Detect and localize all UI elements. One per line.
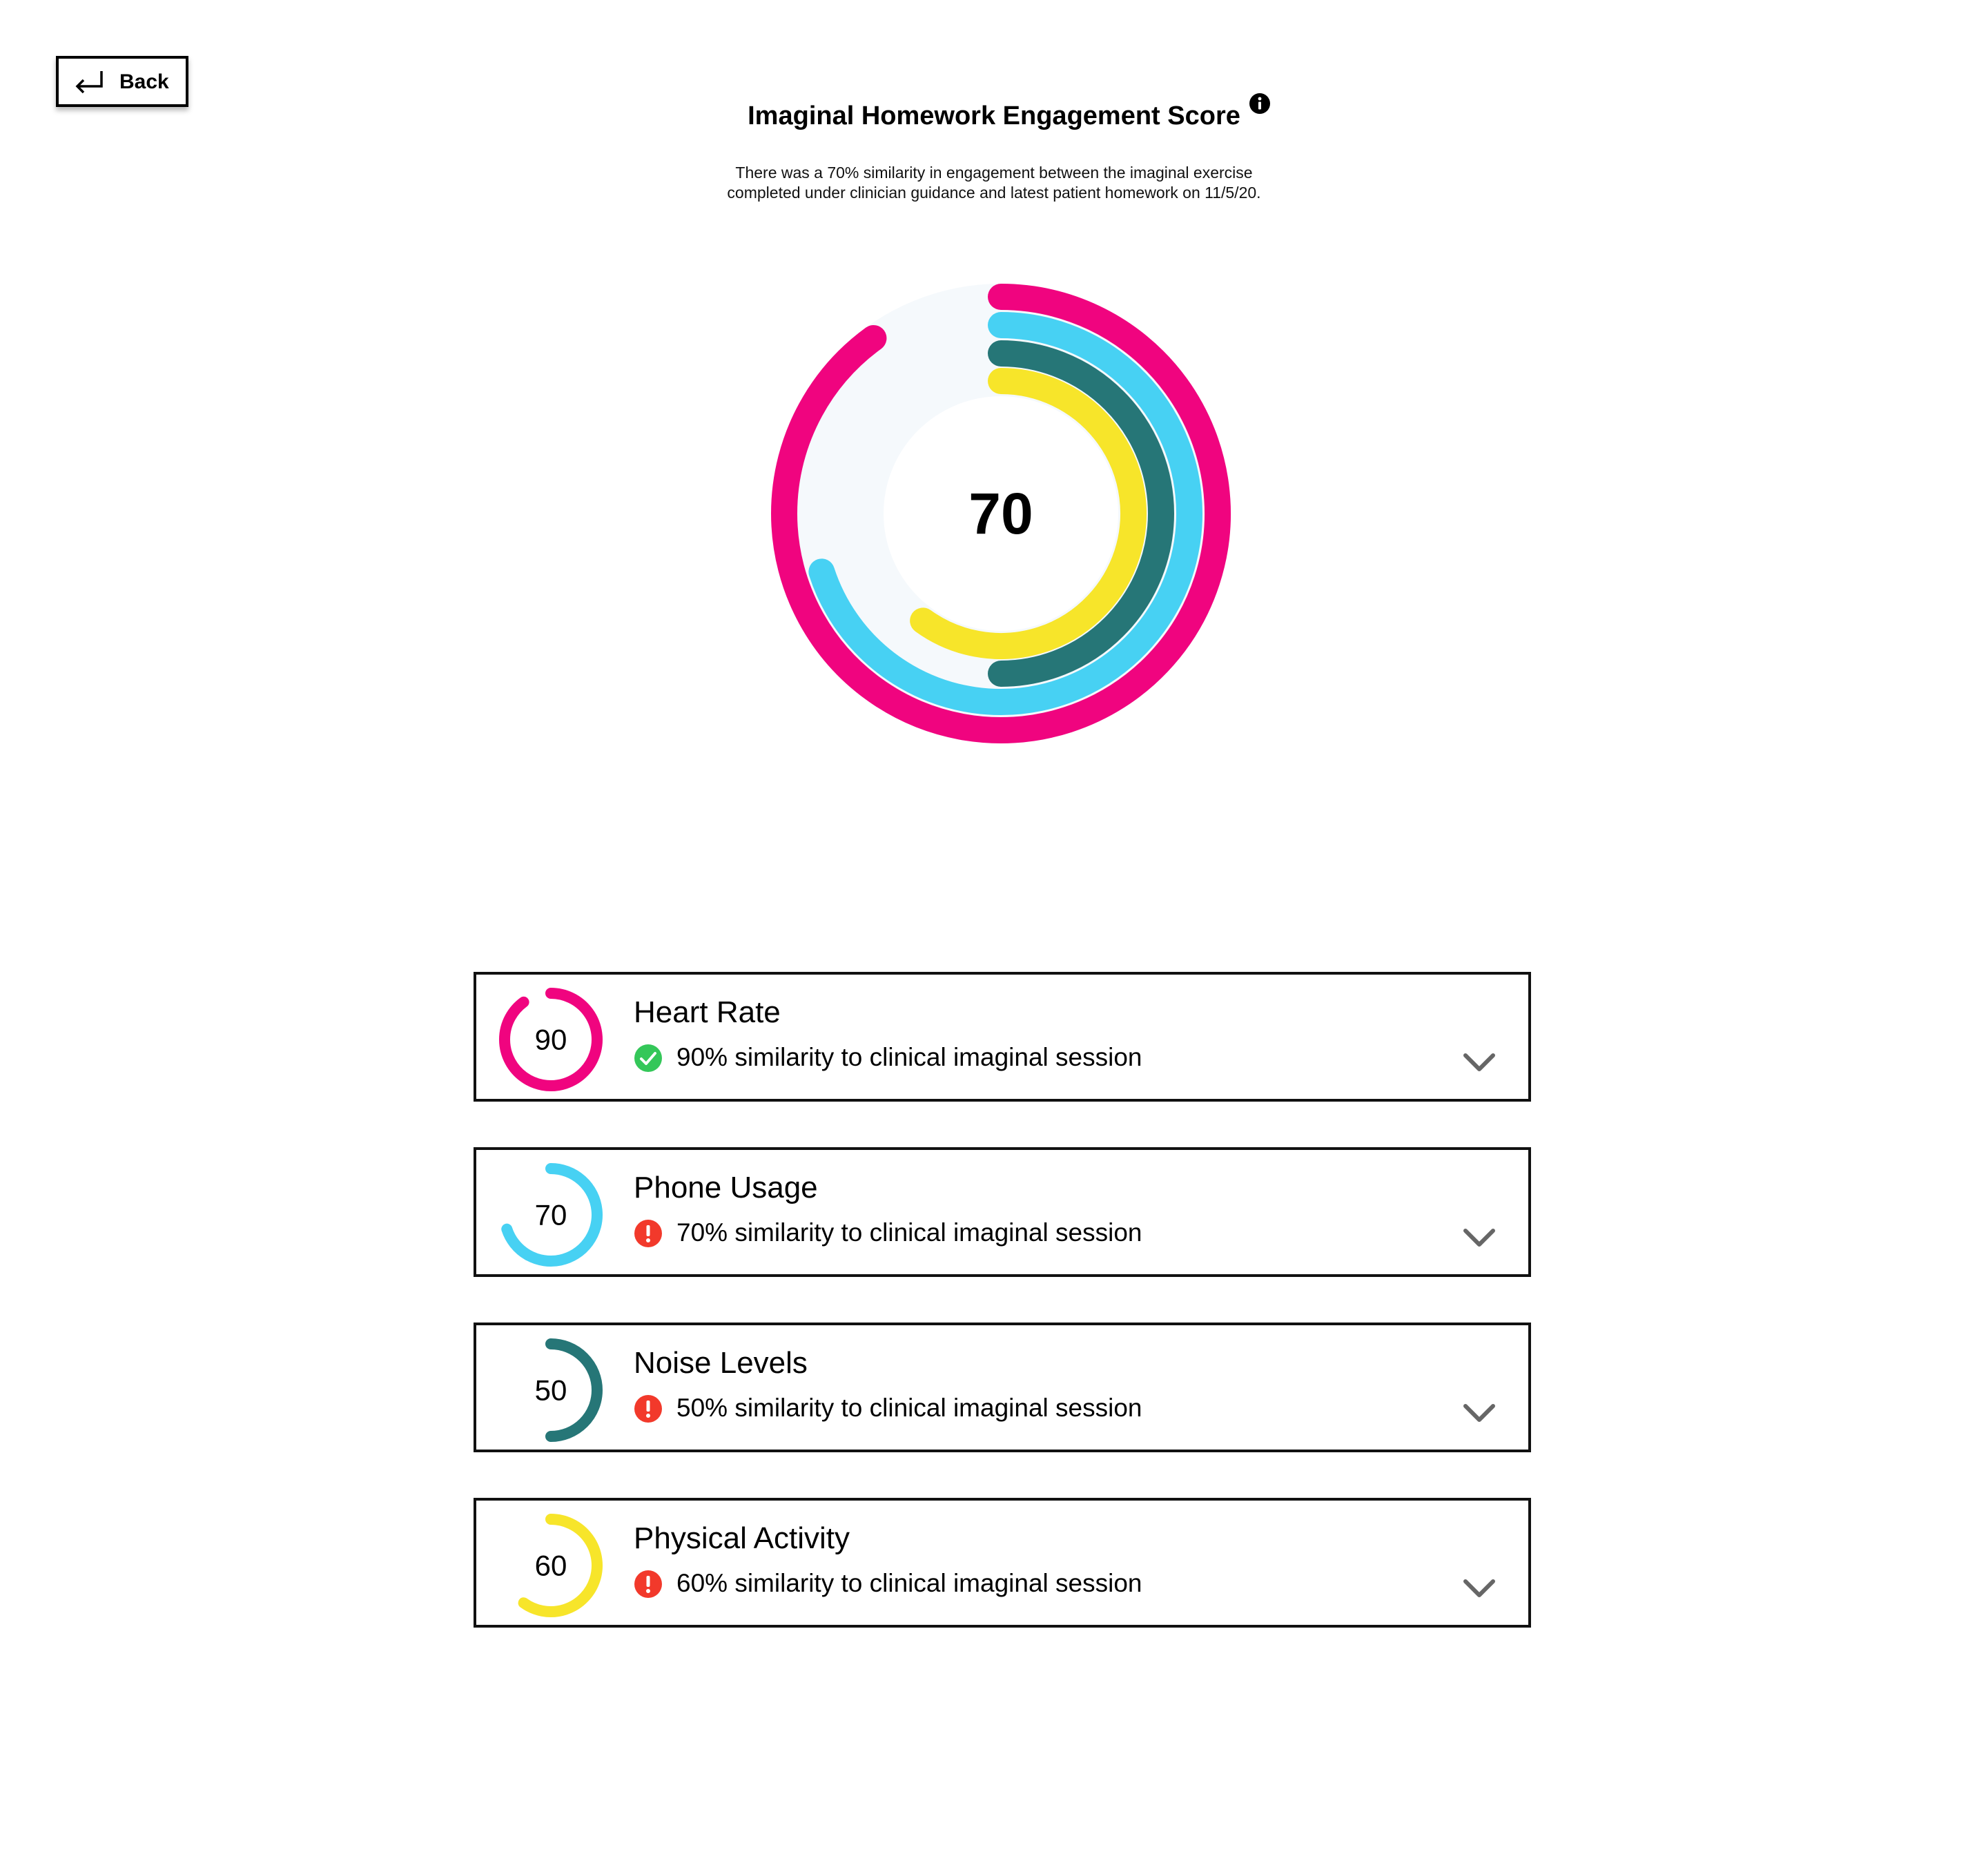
metric-card-heart-rate[interactable]: 90 Heart Rate 90% similarity to clinical… xyxy=(474,972,1531,1102)
metric-value: 90 xyxy=(535,1024,567,1056)
metric-description: 70% similarity to clinical imaginal sess… xyxy=(676,1218,1142,1247)
alert-circle-icon xyxy=(634,1570,662,1598)
metric-value: 70 xyxy=(535,1199,567,1231)
metric-title: Phone Usage xyxy=(634,1171,818,1204)
metric-title: Heart Rate xyxy=(634,995,781,1029)
metric-description: 50% similarity to clinical imaginal sess… xyxy=(676,1394,1142,1422)
metric-description: 90% similarity to clinical imaginal sess… xyxy=(676,1043,1142,1071)
metric-value: 50 xyxy=(535,1374,567,1407)
mini-ring-phone-usage: 70 xyxy=(501,1163,603,1267)
metric-title: Physical Activity xyxy=(634,1521,850,1555)
title-row: Imaginal Homework Engagement Score xyxy=(0,93,1988,135)
metric-value: 60 xyxy=(535,1550,567,1582)
mini-ring-noise-levels: 50 xyxy=(535,1338,603,1442)
page-title: Imaginal Homework Engagement Score xyxy=(748,93,1270,135)
back-label: Back xyxy=(119,70,169,93)
metric-title: Noise Levels xyxy=(634,1346,808,1380)
info-icon[interactable] xyxy=(1249,92,1271,115)
page-title-text: Imaginal Homework Engagement Score xyxy=(748,101,1240,130)
chevron-down-icon[interactable] xyxy=(1462,1226,1497,1249)
mini-ring-heart-rate: 90 xyxy=(499,988,603,1091)
engagement-ring-chart: 70 xyxy=(771,284,1231,743)
metric-description: 60% similarity to clinical imaginal sess… xyxy=(676,1569,1142,1597)
alert-circle-icon xyxy=(634,1395,662,1423)
check-circle-icon xyxy=(634,1044,662,1072)
metric-card-phone-usage[interactable]: 70 Phone Usage 70% similarity to clinica… xyxy=(474,1147,1531,1277)
chevron-down-icon[interactable] xyxy=(1462,1577,1497,1600)
metric-card-noise-levels[interactable]: 50 Noise Levels 50% similarity to clinic… xyxy=(474,1323,1531,1452)
chevron-down-icon[interactable] xyxy=(1462,1401,1497,1425)
return-arrow-icon xyxy=(75,71,103,94)
overall-score: 70 xyxy=(968,481,1033,546)
alert-circle-icon xyxy=(634,1220,662,1247)
mini-ring-physical-activity: 60 xyxy=(518,1514,603,1617)
subtitle: There was a 70% similarity in engagement… xyxy=(727,164,1261,202)
metric-card-physical-activity[interactable]: 60 Physical Activity 60% similarity to c… xyxy=(474,1498,1531,1628)
chevron-down-icon[interactable] xyxy=(1462,1051,1497,1074)
